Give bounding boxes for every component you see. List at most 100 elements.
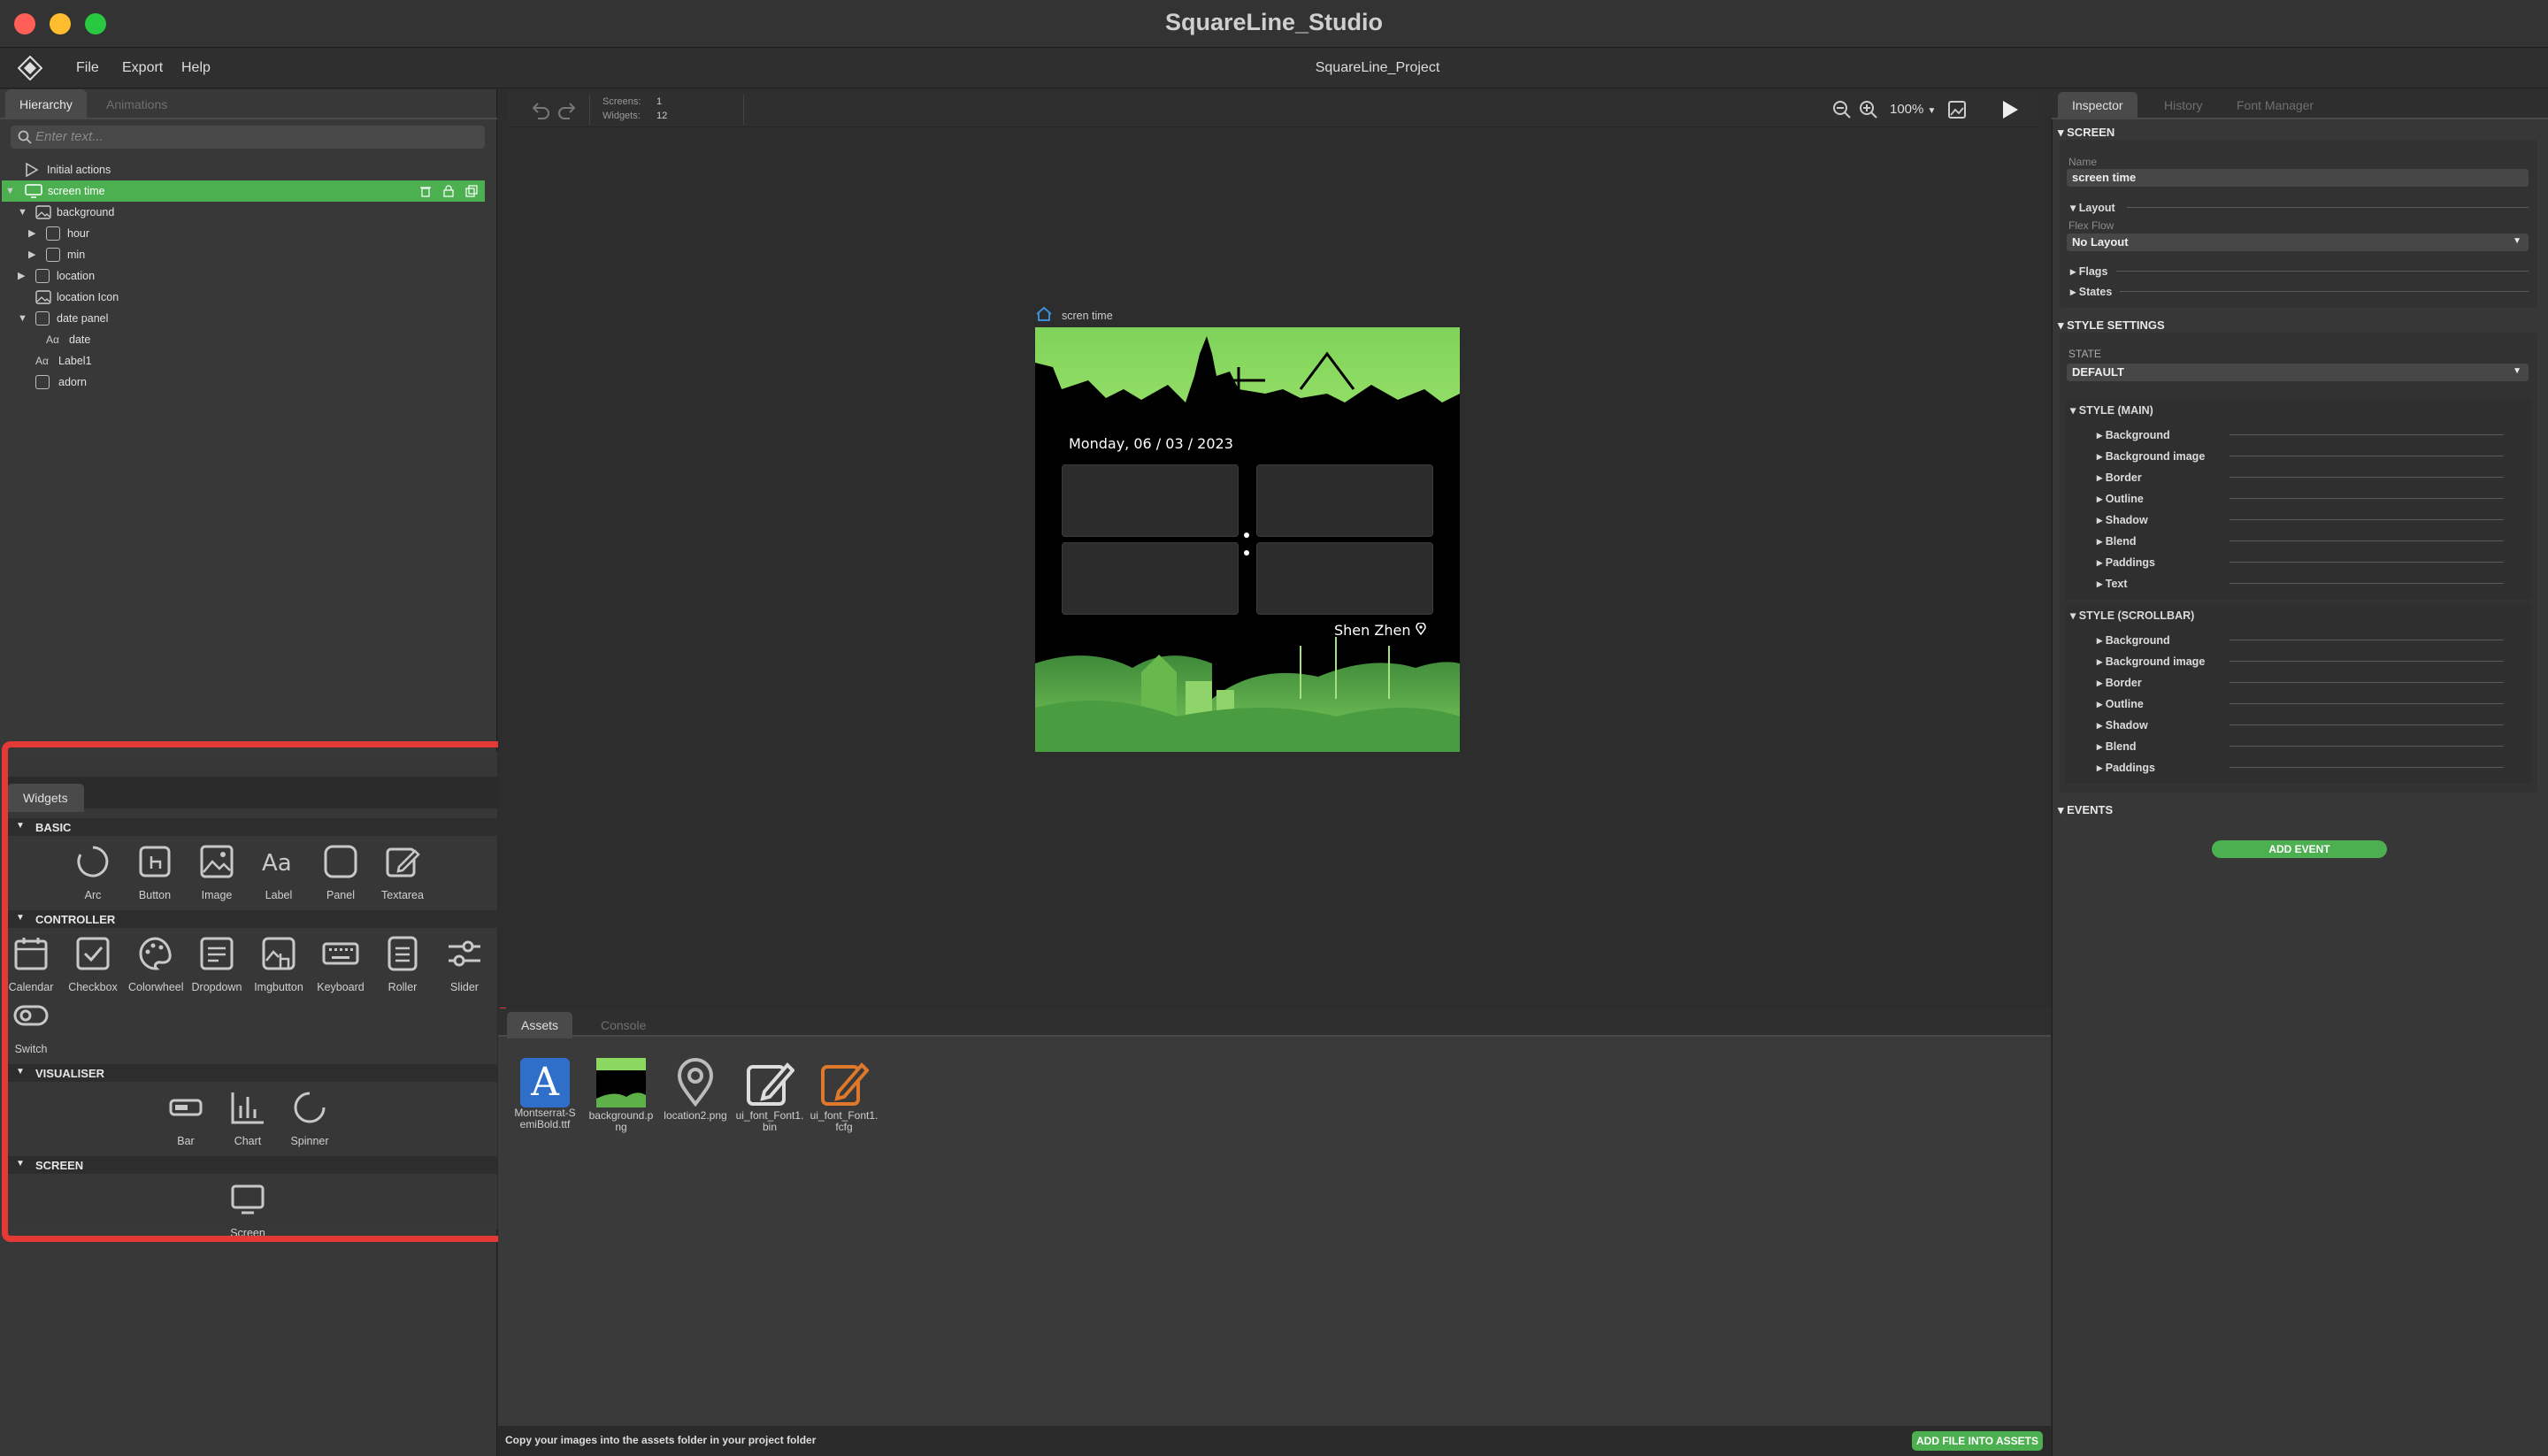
style-property-toggle[interactable]: ▸ Outline	[2097, 697, 2144, 710]
toolbar-divider	[743, 95, 744, 125]
play-icon[interactable]	[1998, 98, 2021, 121]
hour-panel-top[interactable]	[1062, 464, 1239, 537]
hour-panel-bottom[interactable]	[1062, 542, 1239, 615]
tab-font-manager[interactable]: Font Manager	[2222, 92, 2328, 119]
redo-icon[interactable]	[556, 99, 579, 120]
duplicate-icon[interactable]	[465, 185, 478, 197]
style-property-toggle[interactable]: ▸ Background	[2097, 428, 2170, 441]
window-title: SquareLine_Studio	[1164, 9, 1384, 35]
image-icon	[35, 290, 51, 304]
flags-toggle[interactable]: ▸ Flags	[2070, 264, 2107, 278]
style-property-label: Border	[2105, 677, 2142, 689]
tree-item-date[interactable]: Aα date	[46, 329, 311, 350]
style-property-toggle[interactable]: ▸ Background image	[2097, 449, 2205, 463]
asset-font-montserrat[interactable]: A Montserrat-S emiBold.ttf	[508, 1058, 582, 1130]
style-property-toggle[interactable]: ▸ Border	[2097, 471, 2142, 484]
name-input[interactable]: screen time	[2067, 169, 2529, 187]
expand-arrow-icon: ▸	[2097, 535, 2106, 548]
style-main-header[interactable]: ▾ STYLE (MAIN)	[2070, 403, 2153, 417]
widgets-highlight-box	[2, 741, 506, 1242]
section-screen-header[interactable]: ▾ SCREEN	[2058, 126, 2114, 140]
style-scrollbar-box	[2065, 605, 2532, 784]
tab-history[interactable]: History	[2150, 92, 2217, 119]
section-events-header[interactable]: ▾ EVENTS	[2058, 803, 2113, 817]
asset-label: bin	[762, 1121, 777, 1133]
style-property-toggle[interactable]: ▸ Shadow	[2097, 513, 2148, 526]
asset-location-png[interactable]: location2.png	[658, 1058, 733, 1122]
style-scrollbar-header[interactable]: ▾ STYLE (SCROLLBAR)	[2070, 609, 2194, 622]
tree-item-location[interactable]: ▶ location	[18, 265, 283, 287]
asset-background-png[interactable]: background.p ng	[584, 1058, 658, 1133]
style-property-toggle[interactable]: ▸ Text	[2097, 577, 2128, 590]
tree-label: hour	[67, 227, 90, 240]
section-title: STYLE (MAIN)	[2078, 404, 2153, 417]
section-style-settings-header[interactable]: ▾ STYLE SETTINGS	[2058, 318, 2165, 333]
tree-item-date-panel[interactable]: ▼ date panel	[18, 308, 283, 329]
zoom-level: 100%	[1890, 102, 1924, 117]
style-property-toggle[interactable]: ▸ Blend	[2097, 534, 2136, 548]
divider	[2230, 583, 2504, 584]
flex-flow-select[interactable]: No Layout ▼	[2067, 234, 2529, 251]
zoom-out-icon[interactable]	[1831, 99, 1853, 120]
states-toggle[interactable]: ▸ States	[2070, 285, 2112, 298]
tab-animations[interactable]: Animations	[92, 89, 181, 118]
section-title: STYLE SETTINGS	[2067, 318, 2165, 332]
style-property-toggle[interactable]: ▸ Shadow	[2097, 718, 2148, 732]
tree-item-adorn[interactable]: adorn	[19, 372, 285, 393]
tree-item-screen-selected[interactable]: ▼ screen time	[2, 180, 485, 202]
chevron-down-icon: ▼	[1927, 106, 1937, 116]
tree-label: date	[69, 333, 91, 346]
device-screen-preview[interactable]: Monday, 06 / 03 / 2023 Shen Zhen	[1035, 327, 1460, 752]
tab-inspector[interactable]: Inspector	[2058, 92, 2137, 119]
tab-hierarchy[interactable]: Hierarchy	[5, 89, 87, 118]
location-panel[interactable]: Shen Zhen	[1334, 622, 1426, 639]
background-image-toggle-icon[interactable]	[1946, 99, 1968, 120]
home-icon[interactable]	[1035, 306, 1053, 322]
date-label[interactable]: Monday, 06 / 03 / 2023	[1069, 435, 1233, 452]
tree-label: min	[67, 249, 86, 261]
add-file-into-assets-button[interactable]: ADD FILE INTO ASSETS	[1912, 1431, 2043, 1451]
tree-item-background[interactable]: ▼ background	[18, 202, 283, 223]
screen-name-label: scren time	[1062, 310, 1113, 322]
trash-icon[interactable]	[419, 185, 432, 197]
tree-item-location-icon[interactable]: location Icon	[18, 287, 283, 308]
chevron-down-icon: ▼	[2513, 366, 2521, 376]
style-property-label: Paddings	[2105, 556, 2156, 569]
tree-item-min[interactable]: ▶ min	[28, 244, 294, 265]
window-titlebar: SquareLine_Studio	[0, 0, 2548, 48]
flex-flow-value: No Layout	[2072, 235, 2129, 249]
style-property-toggle[interactable]: ▸ Paddings	[2097, 761, 2155, 774]
expand-arrow-icon: ▼	[5, 186, 15, 196]
min-panel-top[interactable]	[1256, 464, 1433, 537]
hierarchy-search-input[interactable]: Enter text...	[11, 126, 485, 149]
style-property-toggle[interactable]: ▸ Border	[2097, 676, 2142, 689]
style-property-toggle[interactable]: ▸ Background image	[2097, 655, 2205, 668]
tree-item-hour[interactable]: ▶ hour	[28, 223, 294, 244]
add-event-button[interactable]: ADD EVENT	[2212, 840, 2387, 858]
image-icon	[35, 205, 51, 219]
tree-item-label1[interactable]: Aα Label1	[35, 350, 301, 372]
panel-icon	[46, 248, 60, 262]
layout-toggle[interactable]: ▾ Layout	[2070, 201, 2115, 214]
name-label: Name	[2068, 156, 2098, 168]
style-property-toggle[interactable]: ▸ Blend	[2097, 739, 2136, 753]
style-property-label: Outline	[2105, 493, 2144, 505]
style-property-toggle[interactable]: ▸ Background	[2097, 633, 2170, 647]
section-title: SCREEN	[2067, 126, 2115, 139]
divider	[2230, 661, 2504, 662]
zoom-level-select[interactable]: 100% ▼	[1890, 102, 1936, 117]
panel-icon	[35, 311, 50, 326]
location-pin-icon	[1415, 622, 1426, 636]
lock-icon[interactable]	[442, 185, 455, 197]
zoom-in-icon[interactable]	[1858, 99, 1879, 120]
state-select[interactable]: DEFAULT ▼	[2067, 364, 2529, 381]
undo-icon[interactable]	[529, 99, 552, 120]
state-label: STATE	[2068, 348, 2101, 360]
asset-font-fcfg[interactable]: ui_font_Font1. fcfg	[807, 1058, 881, 1133]
min-panel-bottom[interactable]	[1256, 542, 1433, 615]
style-property-toggle[interactable]: ▸ Outline	[2097, 492, 2144, 505]
asset-font-bin[interactable]: ui_font_Font1. bin	[733, 1058, 807, 1133]
divider	[2230, 498, 2504, 499]
asset-label: emiBold.ttf	[519, 1118, 571, 1130]
style-property-toggle[interactable]: ▸ Paddings	[2097, 556, 2155, 569]
